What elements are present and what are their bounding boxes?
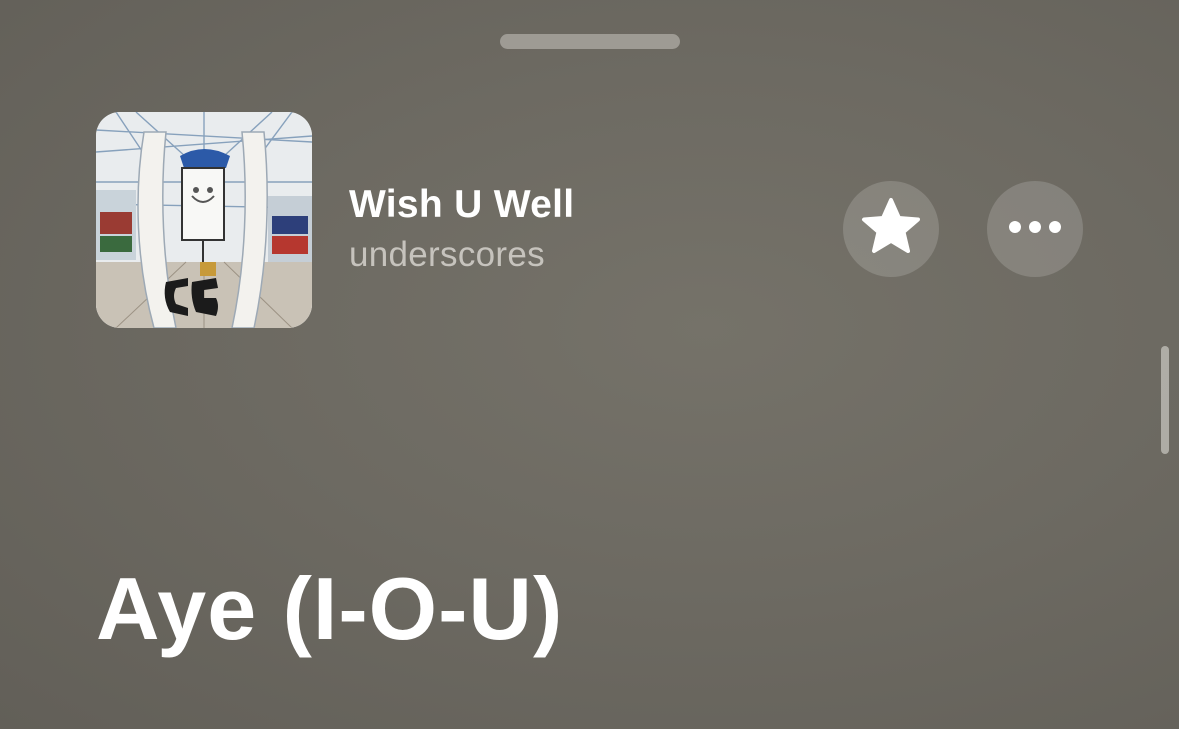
star-icon [860,197,922,262]
current-lyric-line[interactable]: Aye (I-O-U) [96,558,563,660]
favorite-button[interactable] [843,181,939,277]
track-artist[interactable]: underscores [349,235,545,275]
lyrics-scrollbar[interactable] [1161,346,1169,454]
album-artwork[interactable] [96,112,312,328]
more-options-button[interactable] [987,181,1083,277]
ellipsis-icon [1008,220,1062,239]
sheet-grabber-handle[interactable] [500,34,680,49]
track-title: Wish U Well [349,183,575,226]
